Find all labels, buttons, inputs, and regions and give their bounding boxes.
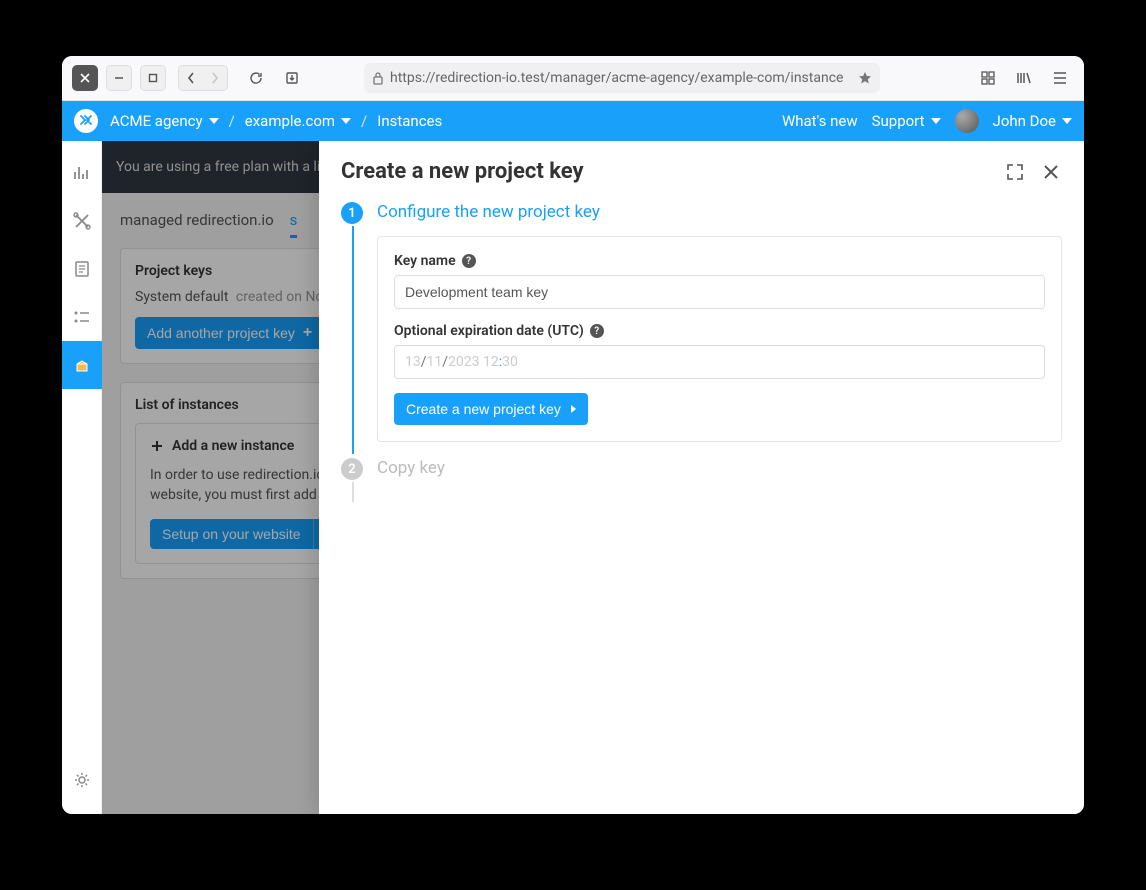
sidebar-instances-icon[interactable] bbox=[62, 341, 102, 389]
expand-icon[interactable] bbox=[1004, 161, 1026, 183]
install-icon[interactable] bbox=[278, 64, 306, 92]
key-name-input[interactable] bbox=[394, 275, 1045, 309]
step-1-title: Configure the new project key bbox=[377, 200, 600, 222]
chevron-down-icon bbox=[1062, 118, 1072, 124]
step-connector-line bbox=[352, 482, 354, 502]
window-close-icon[interactable] bbox=[72, 65, 98, 91]
step-1-number: 1 bbox=[341, 202, 363, 224]
step-1-header: 1 Configure the new project key bbox=[341, 200, 1062, 224]
window-maximize-icon[interactable] bbox=[140, 65, 166, 91]
banner-text: You are using a free plan with a lim bbox=[116, 159, 333, 175]
breadcrumb-project[interactable]: example.com bbox=[245, 112, 351, 130]
app-logo-icon[interactable] bbox=[74, 109, 98, 133]
chevron-down-icon bbox=[209, 118, 219, 124]
help-icon[interactable]: ? bbox=[590, 324, 604, 338]
nav-back-icon[interactable] bbox=[179, 66, 203, 90]
drawer-title: Create a new project key bbox=[341, 159, 1004, 184]
user-name: John Doe bbox=[993, 112, 1056, 130]
chevron-down-icon bbox=[931, 118, 941, 124]
apps-grid-icon[interactable] bbox=[974, 64, 1002, 92]
browser-toolbar: https://redirection-io.test/manager/acme… bbox=[62, 56, 1084, 101]
support-label: Support bbox=[872, 112, 925, 130]
help-icon[interactable]: ? bbox=[462, 254, 476, 268]
drawer-header: Create a new project key bbox=[319, 141, 1084, 194]
whats-new-link[interactable]: What's new bbox=[782, 112, 858, 130]
menu-icon[interactable] bbox=[1046, 64, 1074, 92]
plus-icon bbox=[150, 439, 164, 453]
breadcrumb-separator: / bbox=[361, 112, 367, 130]
nav-forward-icon[interactable] bbox=[203, 66, 227, 90]
expiration-date-input[interactable]: 13/11/2023 12:30 bbox=[394, 345, 1045, 379]
step-connector-line bbox=[352, 226, 354, 454]
close-icon[interactable] bbox=[1040, 161, 1062, 183]
user-menu[interactable]: John Doe bbox=[993, 112, 1072, 130]
tab-self[interactable]: s bbox=[290, 211, 298, 238]
step-1-content: Key name ? Optional expiration date (UTC… bbox=[377, 236, 1062, 442]
setup-website-label: Setup on your website bbox=[162, 526, 301, 542]
sidebar-list-icon[interactable] bbox=[62, 293, 102, 341]
sidebar-rules-icon[interactable] bbox=[62, 197, 102, 245]
library-icon[interactable] bbox=[1010, 64, 1038, 92]
tab-managed[interactable]: managed redirection.io bbox=[120, 211, 274, 238]
add-instance-label: Add a new instance bbox=[172, 438, 294, 454]
add-project-key-button[interactable]: Add another project key + bbox=[135, 317, 324, 349]
drawer-body: 1 Configure the new project key Key name… bbox=[319, 194, 1084, 814]
step-2-title: Copy key bbox=[377, 456, 445, 478]
lock-icon bbox=[372, 71, 384, 85]
add-project-key-label: Add another project key bbox=[147, 325, 295, 341]
breadcrumb-project-label: example.com bbox=[245, 112, 335, 130]
nav-arrows bbox=[178, 65, 228, 91]
key-name-label: Key name ? bbox=[394, 253, 1045, 269]
step-2-number: 2 bbox=[341, 458, 363, 480]
browser-window: https://redirection-io.test/manager/acme… bbox=[62, 56, 1084, 814]
breadcrumb-org[interactable]: ACME agency bbox=[110, 112, 219, 130]
url-bar[interactable]: https://redirection-io.test/manager/acme… bbox=[364, 63, 880, 93]
breadcrumb-org-label: ACME agency bbox=[110, 112, 203, 130]
create-project-key-button[interactable]: Create a new project key bbox=[394, 393, 588, 425]
app-body: You are using a free plan with a lim man… bbox=[62, 141, 1084, 814]
reload-icon[interactable] bbox=[242, 64, 270, 92]
create-key-drawer: Create a new project key 1 Configure the… bbox=[319, 141, 1084, 814]
window-minimize-icon[interactable] bbox=[106, 65, 132, 91]
create-btn-label: Create a new project key bbox=[406, 401, 561, 417]
setup-split-button: Setup on your website bbox=[150, 519, 340, 549]
support-dropdown[interactable]: Support bbox=[872, 112, 941, 130]
url-text: https://redirection-io.test/manager/acme… bbox=[390, 70, 854, 86]
breadcrumb-page: Instances bbox=[377, 112, 442, 130]
setup-website-button[interactable]: Setup on your website bbox=[150, 519, 313, 549]
chevron-down-icon bbox=[341, 118, 351, 124]
system-default-label: System default bbox=[135, 289, 228, 305]
bookmark-star-icon[interactable] bbox=[858, 71, 872, 85]
expiration-label: Optional expiration date (UTC) ? bbox=[394, 323, 1045, 339]
plus-icon: + bbox=[303, 324, 312, 342]
sidebar bbox=[62, 141, 102, 814]
breadcrumb-separator: / bbox=[229, 112, 235, 130]
step-2-header: 2 Copy key bbox=[341, 456, 1062, 480]
sidebar-analytics-icon[interactable] bbox=[62, 149, 102, 197]
chevron-right-icon bbox=[571, 405, 576, 413]
app-header: ACME agency / example.com / Instances Wh… bbox=[62, 101, 1084, 141]
sidebar-document-icon[interactable] bbox=[62, 245, 102, 293]
user-avatar-icon bbox=[955, 109, 979, 133]
sidebar-settings-icon[interactable] bbox=[62, 756, 102, 804]
